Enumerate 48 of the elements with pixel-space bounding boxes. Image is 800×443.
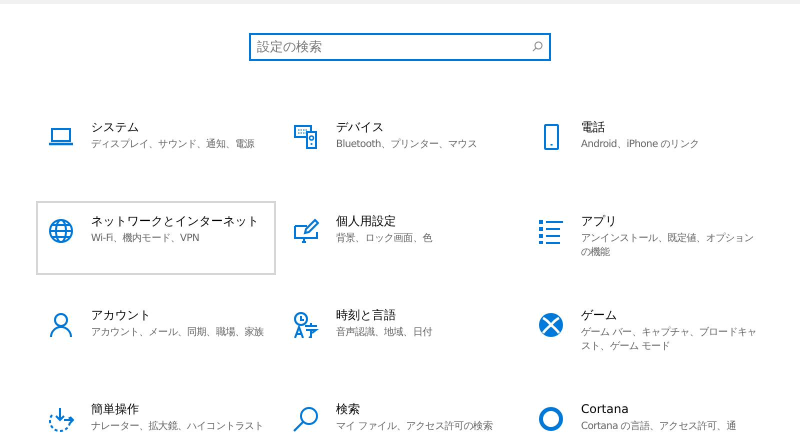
category-description: Wi-Fi、機内モード、VPN	[91, 232, 200, 246]
category-title: 簡単操作	[91, 401, 140, 417]
category-title: アカウント	[91, 307, 152, 323]
settings-category-tile[interactable]: ゲーム ゲーム バー、キャプチャ、ブロードキャスト、ゲーム モード	[526, 295, 766, 369]
settings-category-tile[interactable]: 時刻と言語 音声認識、地域、日付	[281, 295, 521, 369]
category-description: ゲーム バー、キャプチャ、ブロードキャスト、ゲーム モード	[581, 326, 758, 354]
settings-category-tile[interactable]: ネットワークとインターネット Wi-Fi、機内モード、VPN	[36, 201, 276, 275]
category-title: 個人用設定	[336, 213, 397, 229]
settings-category-tile[interactable]: 電話 Android、iPhone のリンク	[526, 107, 766, 181]
xbox-icon	[538, 312, 564, 338]
category-title: ネットワークとインターネット	[91, 213, 259, 229]
settings-category-tile[interactable]: アプリ アンインストール、既定値、オプションの機能	[526, 201, 766, 275]
category-title: デバイス	[336, 119, 385, 135]
settings-category-tile[interactable]: デバイス Bluetooth、プリンター、マウス	[281, 107, 521, 181]
category-title: 検索	[336, 401, 361, 417]
category-description: アカウント、メール、同期、職場、家族	[91, 326, 264, 340]
category-description: 音声認識、地域、日付	[336, 326, 432, 340]
category-description: Bluetooth、プリンター、マウス	[336, 138, 477, 152]
category-description: アンインストール、既定値、オプションの機能	[581, 232, 755, 260]
category-title: Cortana	[581, 401, 630, 417]
settings-category-tile[interactable]: 検索 マイ ファイル、アクセス許可の検索	[281, 389, 521, 443]
globe-icon	[48, 218, 74, 244]
category-title: 電話	[581, 119, 606, 135]
category-title: システム	[91, 119, 140, 135]
category-description: マイ ファイル、アクセス許可の検索	[336, 420, 492, 434]
settings-category-tile[interactable]: システム ディスプレイ、サウンド、通知、電源	[36, 107, 276, 181]
person-icon	[48, 312, 74, 338]
settings-category-tile[interactable]: Cortana Cortana の言語、アクセス許可、通	[526, 389, 766, 443]
clock-letter-icon	[293, 312, 319, 338]
ring-icon	[538, 406, 564, 432]
search-icon	[532, 41, 543, 52]
search-field[interactable]: 設定の検索	[249, 33, 551, 61]
category-title: ゲーム	[581, 307, 618, 323]
dashed-circle-arrow-icon	[48, 406, 74, 432]
settings-category-tile[interactable]: 簡単操作 ナレーター、拡大鏡、ハイコントラスト	[36, 389, 276, 443]
keyboard-speaker-icon	[293, 124, 319, 150]
monitor-brush-icon	[293, 218, 319, 244]
category-title: 時刻と言語	[336, 307, 397, 323]
category-description: Cortana の言語、アクセス許可、通	[581, 420, 736, 434]
category-description: 背景、ロック画面、色	[336, 232, 432, 246]
settings-category-tile[interactable]: アカウント アカウント、メール、同期、職場、家族	[36, 295, 276, 369]
list-icon	[538, 218, 564, 244]
category-description: ディスプレイ、サウンド、通知、電源	[91, 138, 254, 152]
settings-category-tile[interactable]: 個人用設定 背景、ロック画面、色	[281, 201, 521, 275]
category-description: ナレーター、拡大鏡、ハイコントラスト	[91, 420, 264, 434]
category-description: Android、iPhone のリンク	[581, 138, 699, 152]
search-icon	[293, 406, 319, 432]
category-title: アプリ	[581, 213, 618, 229]
